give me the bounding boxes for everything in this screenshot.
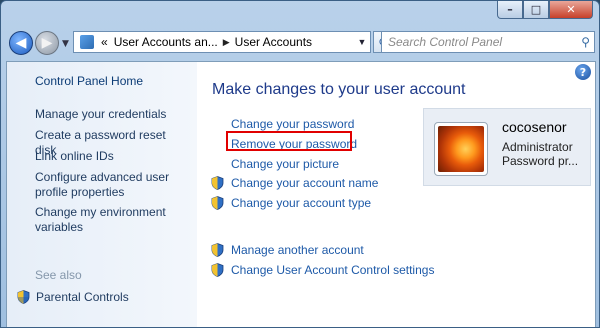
configure-profile-properties-link[interactable]: Configure advanced user profile properti… <box>35 170 185 200</box>
uac-settings-label: Change User Account Control settings <box>231 263 435 277</box>
uac-shield-icon <box>211 263 224 277</box>
uac-shield-icon <box>17 290 30 304</box>
search-input[interactable]: Search Control Panel ⚲ <box>381 31 595 53</box>
breadcrumb-overflow[interactable]: « <box>98 35 111 49</box>
address-dropdown-icon[interactable]: ▼ <box>354 32 370 52</box>
content-area: Control Panel Home Manage your credentia… <box>6 61 596 327</box>
caption-buttons: – □ ✕ <box>497 1 593 19</box>
close-button[interactable]: ✕ <box>549 1 593 19</box>
change-account-name-label: Change your account name <box>231 176 379 190</box>
breadcrumb-user-accounts[interactable]: User Accounts <box>232 35 315 49</box>
breadcrumb-separator-icon[interactable]: ▶ <box>221 37 232 48</box>
manage-credentials-link[interactable]: Manage your credentials <box>35 107 185 122</box>
forward-button[interactable]: ▶ <box>35 31 59 55</box>
uac-shield-icon <box>211 176 224 190</box>
change-password-link[interactable]: Change your password <box>231 117 354 131</box>
environment-variables-link[interactable]: Change my environment variables <box>35 205 185 235</box>
minimize-button[interactable]: – <box>497 1 523 19</box>
address-bar[interactable]: « User Accounts an... ▶ User Accounts ▼ <box>73 31 371 53</box>
maximize-button[interactable]: □ <box>523 1 549 19</box>
manage-another-account-label: Manage another account <box>231 243 364 257</box>
control-panel-window: – □ ✕ ◀ ▶ ▼ « User Accounts an... ▶ User… <box>0 0 600 328</box>
uac-shield-icon <box>211 243 224 257</box>
change-picture-link[interactable]: Change your picture <box>231 157 339 171</box>
avatar[interactable] <box>434 122 488 176</box>
left-pane: Control Panel Home Manage your credentia… <box>7 62 197 327</box>
page-title: Make changes to your user account <box>212 81 466 98</box>
link-online-ids-link[interactable]: Link online IDs <box>35 149 185 164</box>
change-account-type-label: Change your account type <box>231 196 372 210</box>
manage-another-account-link[interactable]: Manage another account <box>211 243 364 257</box>
change-account-name-link[interactable]: Change your account name <box>211 176 378 190</box>
user-account-card: cocosenor Administrator Password pr... <box>423 108 591 186</box>
user-name: cocosenor <box>502 119 567 135</box>
search-icon[interactable]: ⚲ <box>581 35 590 49</box>
help-icon[interactable]: ? <box>575 64 591 80</box>
highlight-box <box>226 131 352 151</box>
control-panel-icon <box>80 35 94 49</box>
search-placeholder: Search Control Panel <box>388 35 503 49</box>
uac-settings-link[interactable]: Change User Account Control settings <box>211 263 434 277</box>
back-button[interactable]: ◀ <box>9 31 33 55</box>
breadcrumb-user-accounts-and-family[interactable]: User Accounts an... <box>111 35 221 49</box>
navigation-bar: ◀ ▶ ▼ « User Accounts an... ▶ User Accou… <box>7 29 595 57</box>
flower-picture-icon <box>438 126 484 172</box>
change-account-type-link[interactable]: Change your account type <box>211 196 371 210</box>
see-also-label: See also <box>35 268 82 282</box>
parental-controls-label: Parental Controls <box>36 290 129 304</box>
control-panel-home-link[interactable]: Control Panel Home <box>35 74 185 89</box>
recent-pages-dropdown[interactable]: ▼ <box>62 39 69 49</box>
uac-shield-icon <box>211 196 224 210</box>
password-status: Password pr... <box>502 154 579 168</box>
user-role: Administrator <box>502 140 573 154</box>
parental-controls-link[interactable]: Parental Controls <box>17 290 129 304</box>
